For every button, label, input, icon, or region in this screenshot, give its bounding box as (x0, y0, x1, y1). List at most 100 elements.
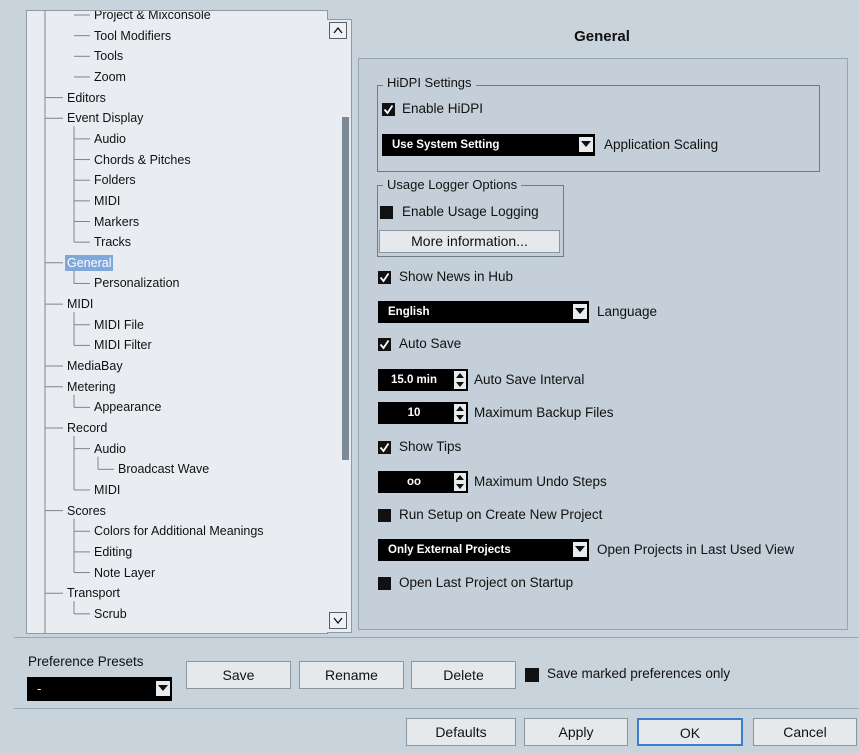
delete-preset-button[interactable]: Delete (411, 661, 516, 689)
tree-item[interactable]: Note Layer (94, 565, 155, 581)
save-marked-only-label: Save marked preferences only (547, 666, 731, 681)
tree-item[interactable]: MIDI (94, 193, 120, 209)
scroll-up-button[interactable] (329, 22, 347, 39)
tree-item[interactable]: Project & Mixconsole (94, 11, 211, 23)
app-scaling-value: Use System Setting (392, 139, 500, 151)
scroll-down-button[interactable] (329, 612, 347, 629)
tree-item[interactable]: MIDI Filter (94, 337, 152, 353)
tree-item[interactable]: MIDI File (94, 317, 144, 333)
tree-item[interactable]: Chords & Pitches (94, 152, 191, 168)
max-undo-label: Maximum Undo Steps (474, 474, 607, 489)
checkmark-icon (379, 273, 390, 283)
checkmark-icon (379, 340, 390, 350)
tree-item[interactable]: Editors (67, 90, 106, 106)
cancel-button[interactable]: Cancel (753, 718, 857, 746)
tree-scrollbar[interactable] (327, 19, 352, 633)
open-last-project-label: Open Last Project on Startup (399, 575, 574, 590)
preference-presets-value: - (37, 681, 42, 696)
open-projects-value: Only External Projects (388, 544, 511, 556)
auto-save-interval-label: Auto Save Interval (474, 372, 585, 387)
spin-arrows-icon[interactable] (454, 404, 466, 422)
divider (14, 708, 859, 709)
open-projects-dropdown[interactable]: Only External Projects (378, 539, 589, 561)
tree-item[interactable]: Audio (94, 441, 126, 457)
save-marked-only-checkbox[interactable] (525, 668, 539, 682)
show-tips-label: Show Tips (399, 439, 462, 454)
tree-item[interactable]: Broadcast Wave (118, 461, 209, 477)
checkmark-icon (379, 443, 390, 453)
show-news-checkbox[interactable] (378, 271, 391, 284)
run-setup-checkbox[interactable] (378, 509, 391, 522)
chevron-down-icon (573, 542, 587, 557)
tree-item[interactable]: Transport (67, 585, 120, 601)
run-setup-label: Run Setup on Create New Project (399, 507, 603, 522)
tree-item[interactable]: General (65, 254, 114, 271)
show-tips-checkbox[interactable] (378, 441, 391, 454)
spin-arrows-icon[interactable] (454, 473, 466, 491)
tree-item[interactable]: Markers (94, 214, 139, 230)
app-scaling-label: Application Scaling (604, 137, 719, 152)
enable-usage-logging-checkbox[interactable] (380, 206, 393, 219)
max-backup-spinbox[interactable]: 10 (378, 402, 468, 424)
auto-save-checkbox[interactable] (378, 338, 391, 351)
enable-hidpi-label: Enable HiDPI (402, 101, 484, 116)
defaults-button[interactable]: Defaults (406, 718, 516, 746)
language-value: English (388, 306, 430, 318)
chevron-down-icon (573, 304, 587, 319)
page-title: General (574, 28, 630, 45)
preference-presets-dropdown[interactable]: - (27, 677, 172, 701)
enable-usage-logging-label: Enable Usage Logging (402, 204, 539, 219)
max-undo-value: oo (406, 476, 422, 488)
tree-item[interactable]: MIDI (94, 482, 120, 498)
chevron-down-icon (156, 681, 170, 696)
tree-item[interactable]: Metering (67, 379, 116, 395)
tree-item[interactable]: Personalization (94, 275, 179, 291)
open-last-project-checkbox[interactable] (378, 577, 391, 590)
tree-item[interactable]: Tools (94, 48, 123, 64)
rename-preset-button[interactable]: Rename (299, 661, 404, 689)
save-preset-button[interactable]: Save (186, 661, 291, 689)
tree-item[interactable]: Event Display (67, 110, 143, 126)
tree-item[interactable]: Audio (94, 131, 126, 147)
apply-button[interactable]: Apply (524, 718, 628, 746)
tree-item[interactable]: Folders (94, 172, 136, 188)
app-scaling-dropdown[interactable]: Use System Setting (382, 134, 595, 156)
tree-item[interactable]: Scores (67, 503, 106, 519)
tree-item[interactable]: Scrub (94, 606, 127, 622)
spin-arrows-icon[interactable] (454, 371, 466, 389)
tree-item[interactable]: MIDI (67, 296, 93, 312)
hidpi-group-label: HiDPI Settings (383, 75, 476, 90)
tree-item[interactable]: Record (67, 420, 107, 436)
chevron-up-icon (333, 26, 343, 34)
tree-item[interactable]: MediaBay (67, 358, 123, 374)
tree-item[interactable]: Appearance (94, 399, 161, 415)
tree-item[interactable]: Tracks (94, 234, 131, 250)
scrollbar-thumb[interactable] (342, 117, 349, 460)
preference-presets-label: Preference Presets (28, 654, 144, 669)
auto-save-interval-value: 15.0 min (390, 374, 438, 386)
tree-item[interactable]: Editing (94, 544, 132, 560)
open-projects-label: Open Projects in Last Used View (597, 542, 795, 557)
usage-logger-group-label: Usage Logger Options (383, 177, 522, 192)
max-backup-value: 10 (407, 407, 421, 419)
ok-button[interactable]: OK (637, 718, 743, 746)
max-undo-spinbox[interactable]: oo (378, 471, 468, 493)
language-label: Language (597, 304, 658, 319)
tree-item[interactable]: Tool Modifiers (94, 28, 171, 44)
auto-save-label: Auto Save (399, 336, 462, 351)
tree-item[interactable]: Zoom (94, 69, 126, 85)
show-news-label: Show News in Hub (399, 269, 514, 284)
tree-item[interactable]: Colors for Additional Meanings (94, 523, 264, 539)
language-dropdown[interactable]: English (378, 301, 589, 323)
chevron-down-icon (579, 137, 593, 152)
more-information-button[interactable]: More information... (379, 230, 560, 253)
chevron-down-icon (333, 617, 343, 625)
max-backup-label: Maximum Backup Files (474, 405, 614, 420)
auto-save-interval-spinbox[interactable]: 15.0 min (378, 369, 468, 391)
enable-hidpi-checkbox[interactable] (382, 103, 395, 116)
settings-panel: HiDPI Settings Enable HiDPI Use System S… (358, 58, 848, 630)
divider (14, 637, 859, 638)
hidpi-group (377, 85, 820, 172)
preferences-tree[interactable]: Project & Mixconsole Tool Modifiers Tools Z… (26, 10, 328, 634)
checkmark-icon (383, 105, 394, 115)
